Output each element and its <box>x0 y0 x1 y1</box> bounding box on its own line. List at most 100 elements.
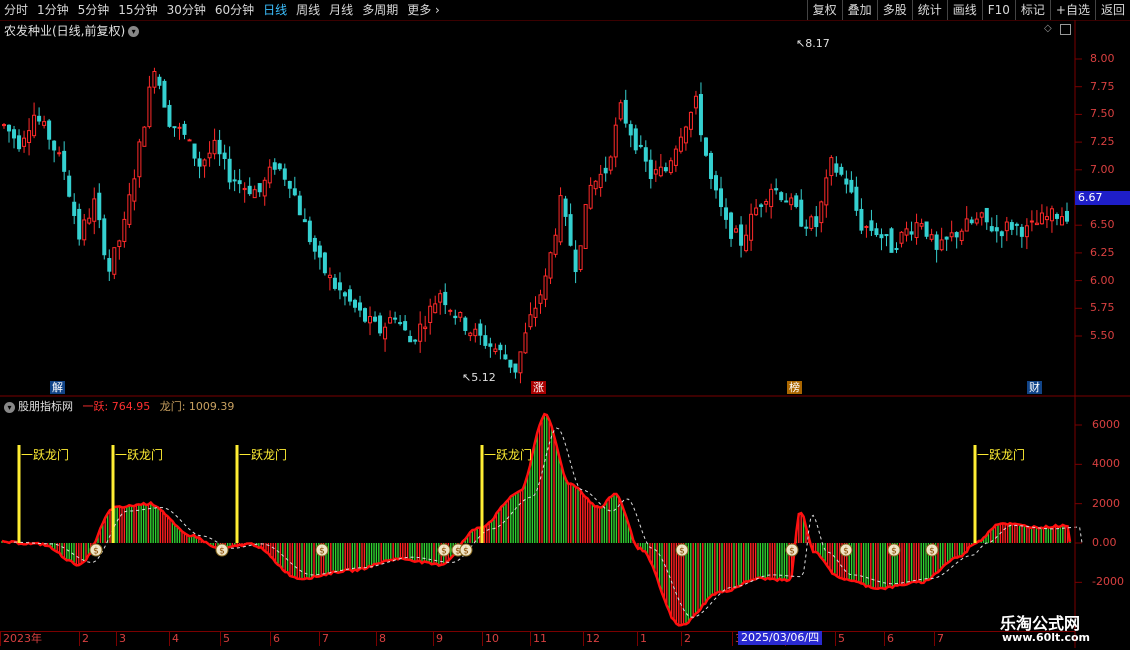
candle-body <box>478 323 483 336</box>
candle-body <box>438 293 443 303</box>
candle-body <box>889 228 894 253</box>
candle-body <box>418 323 423 342</box>
candle-body <box>393 317 398 320</box>
price-tick: 6.00 <box>1090 273 1115 287</box>
signal-label: 一跃龙门 <box>239 448 288 462</box>
watermark-url: www.60lt.com <box>1002 631 1091 644</box>
event-marker[interactable]: 涨 <box>531 381 546 394</box>
candle-body <box>553 234 558 255</box>
candle-body <box>57 152 62 155</box>
low-label: ↖5.12 <box>462 371 496 384</box>
candle-body <box>378 315 383 334</box>
candle-body <box>287 180 292 189</box>
candle-body <box>212 139 217 155</box>
candle-body <box>543 275 548 300</box>
indicator-tick: 2000 <box>1092 496 1120 510</box>
candle-body <box>799 199 804 227</box>
candle-body <box>809 216 814 229</box>
candle-body <box>1044 216 1049 221</box>
candle-body <box>2 124 6 127</box>
candle-body <box>383 326 388 340</box>
candle-body <box>714 175 718 191</box>
candle-body <box>388 317 393 324</box>
candle-body <box>794 195 799 207</box>
candle-body <box>844 178 849 185</box>
event-marker[interactable]: 解 <box>50 381 65 394</box>
candle-body <box>854 186 859 211</box>
time-axis-label: 11 <box>530 632 547 646</box>
time-axis-label: 6 <box>884 632 894 646</box>
candle-body <box>663 167 668 172</box>
candle-body <box>312 237 317 252</box>
candle-body <box>277 163 282 170</box>
candle-body <box>127 194 132 225</box>
candle-body <box>749 213 754 241</box>
candle-body <box>668 160 673 174</box>
time-axis-label: 5 <box>220 632 230 646</box>
candle-body <box>929 234 934 240</box>
event-marker[interactable]: 榜 <box>787 381 802 394</box>
price-tick: 6.50 <box>1090 218 1115 232</box>
candle-body <box>1059 216 1064 226</box>
coin-icon: $ <box>315 543 329 557</box>
time-axis-label: 2023年 <box>0 632 42 646</box>
chevron-down-icon[interactable]: ▾ <box>4 401 15 413</box>
selected-date: 2025/03/06/四 <box>738 631 823 645</box>
candle-body <box>157 76 162 86</box>
coin-icon-glyph: $ <box>891 547 897 557</box>
candle-body <box>974 218 979 224</box>
candle-body <box>638 144 643 147</box>
candle-body <box>327 274 332 279</box>
candle-body <box>904 228 909 236</box>
candle-body <box>107 258 112 272</box>
price-badge: 6.67 <box>1075 191 1130 205</box>
price-tick: 6.25 <box>1090 245 1115 259</box>
coin-icon: $ <box>89 543 103 557</box>
candle-body <box>22 137 27 147</box>
candle-body <box>398 322 403 325</box>
candle-body <box>147 86 152 128</box>
candle-body <box>994 227 999 232</box>
indicator-tick: 4000 <box>1092 457 1120 471</box>
candle-body <box>824 177 829 206</box>
candle-body <box>939 239 944 251</box>
coin-icon-glyph: $ <box>679 547 685 557</box>
time-axis-label: 5 <box>835 632 845 646</box>
candle-body <box>117 240 122 248</box>
candle-body <box>789 197 794 206</box>
candle-body <box>683 126 688 144</box>
candle-body <box>503 354 508 360</box>
candle-body <box>593 180 598 190</box>
time-axis-label: 10 <box>482 632 499 646</box>
candle-body <box>849 179 854 193</box>
candle-body <box>764 201 769 205</box>
candle-body <box>1049 208 1054 222</box>
candle-body <box>944 236 949 240</box>
candle-body <box>608 156 613 171</box>
candle-body <box>999 231 1004 237</box>
event-marker[interactable]: 财 <box>1027 381 1042 394</box>
candle-body <box>62 150 67 172</box>
candle-body <box>528 314 533 328</box>
candle-body <box>879 234 884 239</box>
time-axis-label: 8 <box>376 632 386 646</box>
candle-body <box>653 169 658 175</box>
candle-body <box>162 80 167 108</box>
coin-icon: $ <box>215 543 229 557</box>
candle-body <box>568 214 573 246</box>
candle-body <box>688 111 693 130</box>
candle-body <box>739 224 744 246</box>
candle-body <box>949 232 954 238</box>
candle-body <box>839 166 844 175</box>
coin-icon-glyph: $ <box>789 547 795 557</box>
candle-body <box>87 217 92 224</box>
candle-body <box>152 70 157 88</box>
price-tick: 7.25 <box>1090 135 1115 149</box>
indicator-tick: 6000 <box>1092 418 1120 431</box>
candle-body <box>779 192 784 201</box>
candle-body <box>573 249 578 273</box>
candle-body <box>347 289 352 302</box>
candle-body <box>964 218 969 232</box>
candle-body <box>884 234 889 237</box>
candle-body <box>769 188 774 208</box>
